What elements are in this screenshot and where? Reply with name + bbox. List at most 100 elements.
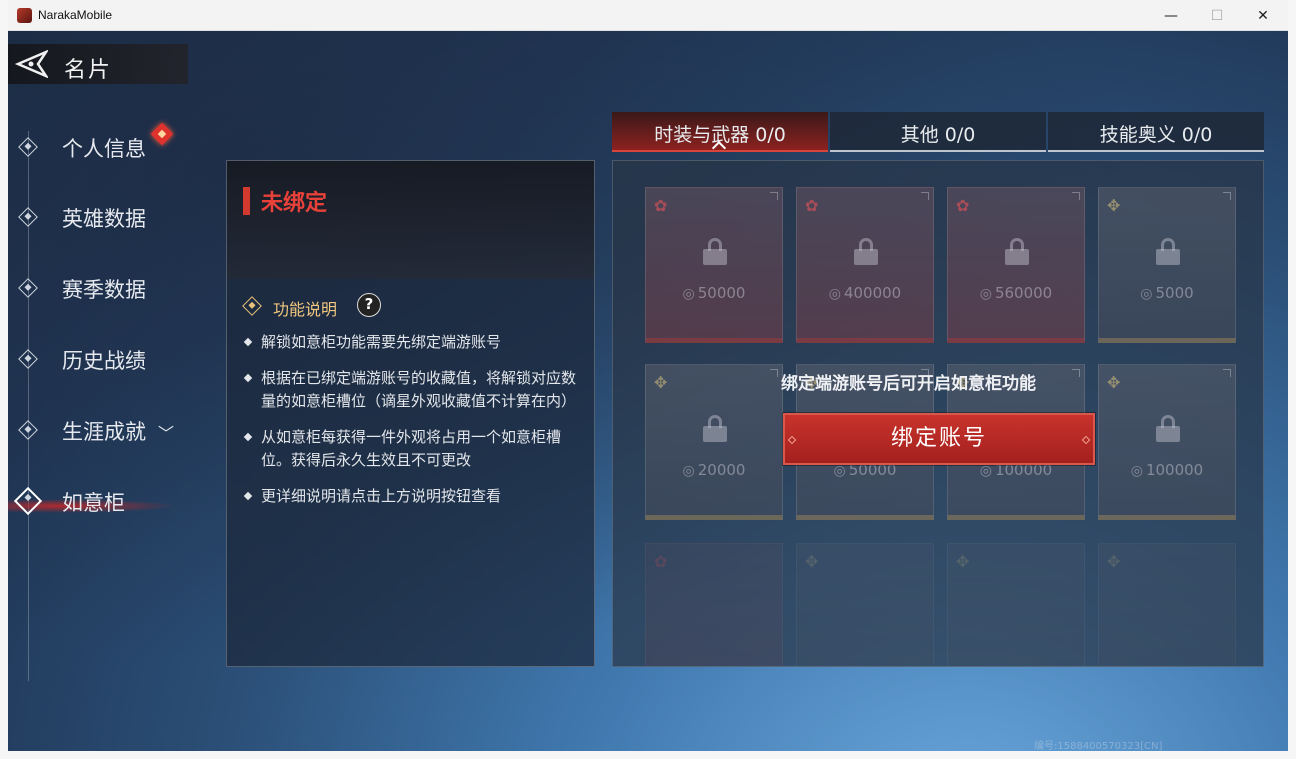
coin-icon: ◎ (1130, 463, 1143, 479)
window-title: NarakaMobile (38, 8, 113, 22)
slot-price: ◎ 50000 (682, 284, 746, 302)
tab-other[interactable]: 其他 0/0 (830, 112, 1046, 152)
description-list: 解锁如意柜功能需要先绑定端游账号 根据在已绑定端游账号的收藏值，将解锁对应数量的… (243, 331, 583, 521)
help-button[interactable]: ? (357, 293, 381, 317)
lock-icon (1156, 238, 1180, 265)
sidebar-item-label: 历史战绩 (62, 349, 146, 373)
sidebar-item-ruyi-cabinet[interactable]: 如意柜 (8, 481, 208, 521)
slot-price: ◎ 20000 (682, 461, 746, 479)
minimize-button[interactable]: — (1148, 0, 1194, 31)
cabinet-slot[interactable]: ✿ ◎ 560000 (947, 187, 1085, 343)
diamond-icon (18, 137, 38, 157)
game-viewport: 名片 个人信息 英雄数据 赛季数据 历史战绩 生涯成就 ﹀ 如意柜 未绑定 功能… (8, 31, 1288, 751)
rarity-star-icon: ✿ (805, 196, 819, 215)
rarity-star-icon: ✥ (1107, 196, 1121, 215)
lock-icon (854, 238, 878, 265)
coin-icon: ◎ (979, 286, 992, 302)
rarity-star-icon: ✥ (805, 552, 819, 571)
corner-icon (1223, 192, 1231, 200)
sidebar-item-personal-info[interactable]: 个人信息 (8, 127, 208, 167)
slot-price: ◎ 400000 (828, 284, 902, 302)
sidebar-item-match-history[interactable]: 历史战绩 (8, 339, 208, 379)
close-button[interactable]: ✕ (1240, 0, 1286, 31)
desktop-left-edge (0, 0, 8, 759)
tab-fashion-weapons[interactable]: 时装与武器 0/0 (612, 112, 828, 156)
tab-label: 其他 0/0 (900, 124, 976, 146)
tab-skills[interactable]: 技能奥义 0/0 (1048, 112, 1264, 152)
slot-price: ◎ 100000 (1130, 461, 1204, 479)
slot-price: ◎ 5000 (1140, 284, 1194, 302)
tab-label: 技能奥义 0/0 (1099, 124, 1213, 146)
diamond-icon (18, 278, 38, 298)
cabinet-slot[interactable]: ✿ (645, 543, 783, 666)
lock-icon (703, 238, 727, 265)
diamond-icon (18, 349, 38, 369)
rarity-star-icon: ✥ (1107, 552, 1121, 571)
cabinet-slot[interactable]: ✥ (1098, 543, 1236, 666)
diamond-icon (242, 296, 262, 316)
cabinet-slot[interactable]: ✥ ◎ 5000 (1098, 187, 1236, 343)
coin-icon: ◎ (979, 463, 992, 479)
diamond-icon (18, 207, 38, 227)
corner-icon (770, 192, 778, 200)
sidebar-item-label: 英雄数据 (62, 207, 146, 231)
rarity-star-icon: ✥ (654, 373, 668, 392)
page-header: 名片 (8, 44, 188, 84)
sidebar-item-career-achievements[interactable]: 生涯成就 ﹀ (8, 410, 208, 450)
rarity-star-icon: ✿ (654, 552, 668, 571)
bind-message: 绑定端游账号后可开启如意柜功能 (781, 374, 1036, 394)
corner-icon (1072, 192, 1080, 200)
sidebar-item-label: 如意柜 (62, 491, 125, 515)
app-icon (17, 8, 32, 23)
corner-icon (1072, 369, 1080, 377)
coin-icon: ◎ (682, 286, 695, 302)
rarity-star-icon: ✿ (654, 196, 668, 215)
lock-icon (703, 415, 727, 442)
window-titlebar[interactable]: NarakaMobile — ☐ ✕ (8, 0, 1288, 31)
corner-icon (1223, 369, 1231, 377)
cabinet-slot[interactable]: ✥ (796, 543, 934, 666)
list-item: 更详细说明请点击上方说明按钮查看 (243, 485, 583, 508)
bind-account-button[interactable]: 绑定账号 (783, 413, 1095, 465)
sidebar-item-season-data[interactable]: 赛季数据 (8, 268, 208, 308)
cabinet-slot[interactable]: ✥ ◎ 20000 (645, 364, 783, 520)
rarity-star-icon: ✥ (1107, 373, 1121, 392)
rarity-star-icon: ✿ (956, 196, 970, 215)
watermark: 编号:1588400570323[CN] (1034, 741, 1163, 751)
ornament-icon (787, 435, 797, 445)
coin-icon: ◎ (682, 463, 695, 479)
coin-icon: ◎ (828, 286, 841, 302)
list-item: 解锁如意柜功能需要先绑定端游账号 (243, 331, 583, 354)
rarity-star-icon: ✥ (956, 552, 970, 571)
info-panel-header: 未绑定 (227, 161, 594, 279)
info-panel: 未绑定 功能说明 ? 解锁如意柜功能需要先绑定端游账号 根据在已绑定端游账号的收… (226, 160, 595, 667)
sidebar-item-label: 生涯成就 (62, 420, 146, 444)
sidebar-item-hero-data[interactable]: 英雄数据 (8, 197, 208, 237)
chevron-down-icon[interactable]: ﹀ (158, 420, 174, 444)
desktop-right-edge (1288, 0, 1296, 759)
diamond-icon (18, 420, 38, 440)
maximize-button[interactable]: ☐ (1194, 0, 1240, 31)
cabinet-slot[interactable]: ✿ ◎ 400000 (796, 187, 934, 343)
list-item: 根据在已绑定端游账号的收藏值，将解锁对应数量的如意柜槽位（谪星外观收藏值不计算在… (243, 367, 583, 413)
back-arrow-icon[interactable] (12, 50, 48, 78)
cabinet-slot[interactable]: ✥ (947, 543, 1085, 666)
sidebar-item-label: 赛季数据 (62, 278, 146, 302)
sidebar-item-label: 个人信息 (62, 137, 146, 161)
page-title: 名片 (64, 58, 113, 83)
status-marker (243, 187, 250, 215)
corner-icon (770, 369, 778, 377)
lock-icon (1005, 238, 1029, 265)
bind-status: 未绑定 (261, 191, 328, 216)
cabinet-slot[interactable]: ✥ ◎ 100000 (1098, 364, 1236, 520)
lock-icon (1156, 415, 1180, 442)
ornament-icon (1081, 435, 1091, 445)
coin-icon: ◎ (833, 463, 846, 479)
section-title: 功能说明 (273, 300, 338, 319)
list-item: 从如意柜每获得一件外观将占用一个如意柜槽位。获得后永久生效且不可更改 (243, 426, 583, 472)
cabinet-panel: ✿ ◎ 50000 ✿ ◎ 400000 ✿ ◎ 560000 ✥ ◎ 5000 ✥ (612, 160, 1264, 667)
slot-price: ◎ 560000 (979, 284, 1053, 302)
desktop-bottom-edge (0, 751, 1296, 759)
cabinet-slot[interactable]: ✿ ◎ 50000 (645, 187, 783, 343)
category-tabs: 时装与武器 0/0 其他 0/0 技能奥义 0/0 (612, 112, 1264, 156)
